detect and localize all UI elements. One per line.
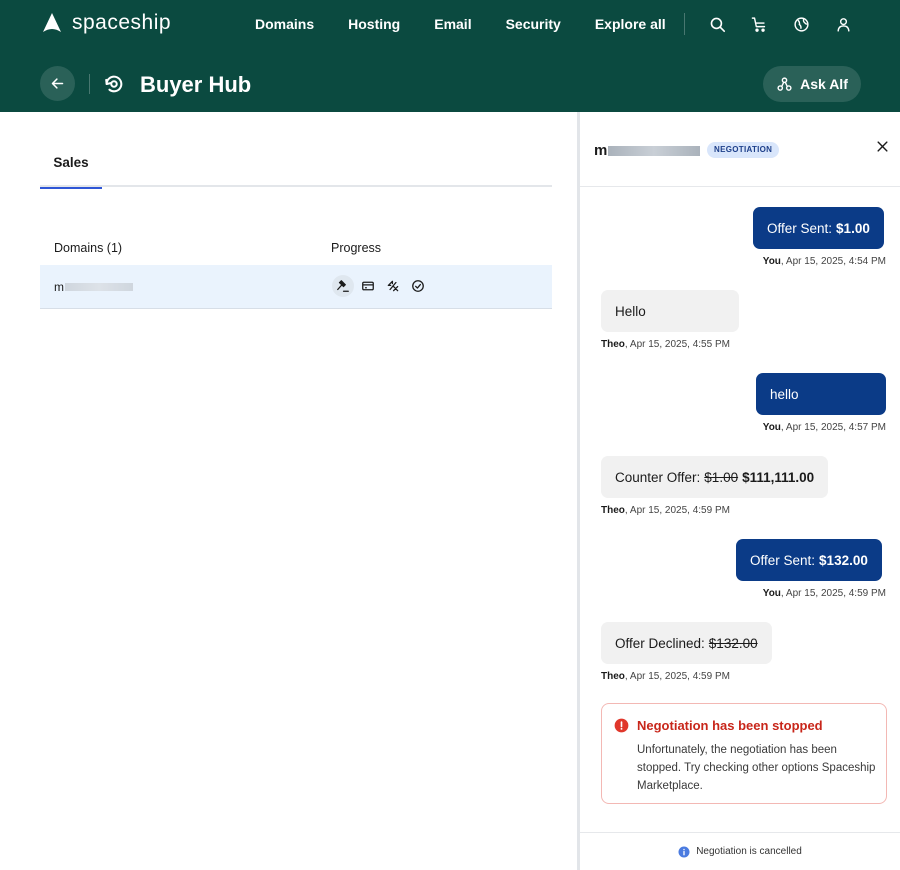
message-meta: You, Apr 15, 2025, 4:54 PM [763,256,886,267]
buyer-hub-icon [103,73,125,100]
transfer-icon [382,275,404,297]
column-header-progress: Progress [331,241,382,255]
card-icon [357,275,379,297]
progress-steps [332,275,432,297]
panel-domain-prefix: m [594,142,608,159]
nav-divider [684,13,685,35]
info-icon [678,846,690,857]
main-nav: Domains Hosting Email Security Explore a… [255,16,700,32]
message-text: Hello [615,303,646,319]
struck-amount: $1.00 [704,469,739,485]
nav-email[interactable]: Email [434,16,471,32]
message-text: Offer Sent: [750,552,816,568]
nav-security[interactable]: Security [506,16,561,32]
message-time: , Apr 15, 2025, 4:57 PM [780,422,886,433]
nav-explore-all[interactable]: Explore all [595,16,666,32]
page-title: Buyer Hub [140,72,252,97]
tab-sales[interactable]: Sales [40,143,102,189]
close-button[interactable] [872,136,892,156]
message-author: Theo [601,671,625,682]
message-meta: Theo, Apr 15, 2025, 4:55 PM [601,339,730,350]
ask-alf-button[interactable]: Ask Alf [763,66,861,102]
domains-table: Domains (1) Progress m [40,231,552,309]
offer-amount: $1.00 [836,220,870,236]
page-subbar: Buyer Hub Ask Alf [0,60,900,108]
nav-icons [707,14,875,34]
message-meta: You, Apr 15, 2025, 4:59 PM [763,588,886,599]
panel-footer: Negotiation is cancelled [580,832,900,870]
panel-domain-name: m [594,142,701,159]
message-time: , Apr 15, 2025, 4:59 PM [624,505,730,516]
alert-body: Unfortunately, the negotiation has been … [637,744,876,792]
gavel-icon [332,275,354,297]
message-meta: Theo, Apr 15, 2025, 4:59 PM [601,671,730,682]
message-text: hello [770,386,799,402]
table-row[interactable]: m [40,265,552,309]
domain-prefix: m [54,280,64,294]
network-icon [777,76,792,91]
top-header: spaceship Domains Hosting Email Security… [0,0,900,112]
ask-alf-label: Ask Alf [800,76,848,92]
negotiation-stopped-alert: Negotiation has been stopped Unfortunate… [601,703,887,804]
subbar-divider [89,74,90,94]
message-text: Counter Offer: [615,469,701,485]
back-button[interactable] [40,66,75,101]
user-icon[interactable] [833,14,853,34]
message-time: , Apr 15, 2025, 4:54 PM [780,256,886,267]
message-author: You [762,422,781,433]
message-time: , Apr 15, 2025, 4:59 PM [624,671,730,682]
globe-icon[interactable] [791,14,811,34]
footer-status: Negotiation is cancelled [696,846,802,857]
nav-hosting[interactable]: Hosting [348,16,400,32]
close-icon [876,140,888,152]
alert-title: Negotiation has been stopped [637,718,823,733]
message-author: You [762,588,781,599]
error-icon [614,718,629,738]
message-author: Theo [601,339,625,350]
column-header-domains: Domains (1) [54,241,123,255]
domain-name: m [54,280,133,294]
message-author: You [762,256,781,267]
struck-amount: $132.00 [708,635,758,651]
message-bubble: Offer Sent: $132.00 [736,539,882,581]
brand-logo[interactable]: spaceship [40,11,171,35]
message-text: Offer Sent: [767,220,833,236]
redacted-domain [608,145,701,156]
search-icon[interactable] [707,14,727,34]
message-bubble: Offer Sent: $1.00 [753,207,884,249]
table-header: Domains (1) Progress [40,231,552,265]
panel-header: m NEGOTIATION [580,112,900,187]
message-time: , Apr 15, 2025, 4:55 PM [624,339,730,350]
status-badge: NEGOTIATION [707,142,780,158]
tab-bar: Sales [40,143,552,189]
message-bubble: Hello [601,290,739,332]
message-text: Offer Declined: [615,635,705,651]
message-author: Theo [601,505,625,516]
message-meta: You, Apr 15, 2025, 4:57 PM [763,422,886,433]
check-circle-icon [407,275,429,297]
brand-name: spaceship [72,11,172,34]
negotiation-panel: m NEGOTIATION Offer Sent: $1.00 You, Apr … [580,112,900,870]
arrow-left-icon [51,78,64,89]
nav-domains[interactable]: Domains [255,16,314,32]
offer-amount: $132.00 [819,552,868,568]
message-time: , Apr 15, 2025, 4:59 PM [780,588,886,599]
message-meta: Theo, Apr 15, 2025, 4:59 PM [601,505,730,516]
message-bubble: Offer Declined: $132.00 [601,622,772,664]
rocket-logo-icon [40,11,64,35]
message-bubble: hello [756,373,886,415]
message-bubble: Counter Offer: $1.00 $111,111.00 [601,456,829,498]
offer-amount: $111,111.00 [742,469,815,485]
redacted-domain [65,283,133,291]
cart-icon[interactable] [749,14,769,34]
